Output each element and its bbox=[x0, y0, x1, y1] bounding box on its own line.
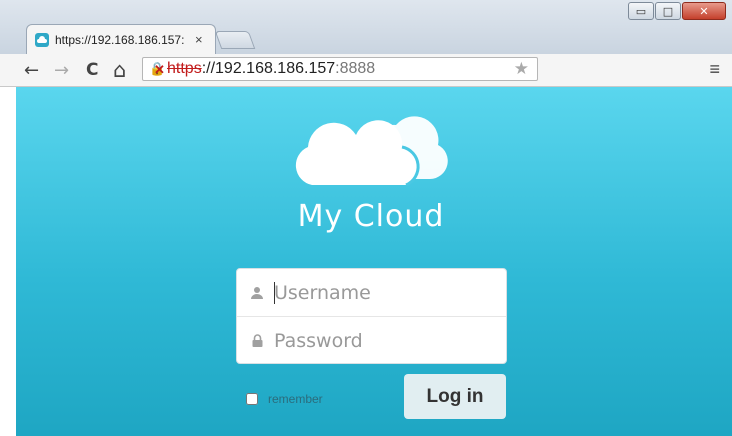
cloud-icon bbox=[35, 32, 49, 47]
home-button[interactable]: ⌂ bbox=[113, 58, 126, 82]
password-input[interactable] bbox=[274, 329, 494, 352]
app-title: My Cloud bbox=[297, 199, 445, 234]
url-port: :8888 bbox=[335, 60, 376, 77]
remember-label: remember bbox=[268, 392, 323, 406]
browser-tab[interactable]: https://192.168.186.157: × bbox=[26, 24, 216, 54]
browser-toolbar: ← → C ⌂ 🔒 ✕ https ://192.168.186.157 :888… bbox=[0, 54, 732, 87]
user-icon bbox=[250, 286, 264, 299]
text-caret bbox=[274, 282, 275, 304]
window-controls: ▭ □ ✕ bbox=[628, 2, 726, 20]
login-form bbox=[236, 268, 507, 364]
lock-icon bbox=[250, 334, 264, 347]
new-tab-button[interactable] bbox=[214, 31, 256, 49]
tab-close-icon[interactable]: × bbox=[195, 32, 203, 47]
tab-title: https://192.168.186.157: bbox=[55, 32, 185, 47]
insecure-lock-icon: 🔒 ✕ bbox=[149, 61, 166, 77]
username-field[interactable] bbox=[237, 269, 506, 317]
window-titlebar: ▭ □ ✕ https://192.168.186.157: × bbox=[0, 0, 732, 55]
minimize-button[interactable]: ▭ bbox=[628, 2, 654, 20]
browser-menu-icon[interactable]: ≡ bbox=[709, 59, 720, 80]
forward-button[interactable]: → bbox=[54, 60, 69, 81]
address-bar[interactable]: 🔒 ✕ https ://192.168.186.157 :8888 ★ bbox=[142, 57, 538, 81]
login-page: My Cloud remember Log in bbox=[16, 87, 732, 436]
password-field[interactable] bbox=[237, 317, 506, 364]
maximize-button[interactable]: □ bbox=[655, 2, 681, 20]
url-scheme: https bbox=[167, 60, 202, 77]
remember-option[interactable]: remember bbox=[246, 392, 323, 406]
window-left-edge bbox=[0, 87, 16, 436]
bookmark-star-icon[interactable]: ★ bbox=[514, 59, 529, 79]
username-input[interactable] bbox=[274, 281, 494, 304]
login-button[interactable]: Log in bbox=[404, 374, 506, 419]
back-button[interactable]: ← bbox=[24, 60, 39, 81]
reload-button[interactable]: C bbox=[86, 60, 98, 80]
cloud-logo-icon bbox=[290, 107, 450, 194]
close-window-button[interactable]: ✕ bbox=[682, 2, 726, 20]
url-host: ://192.168.186.157 bbox=[201, 60, 336, 77]
remember-checkbox[interactable] bbox=[246, 393, 258, 405]
